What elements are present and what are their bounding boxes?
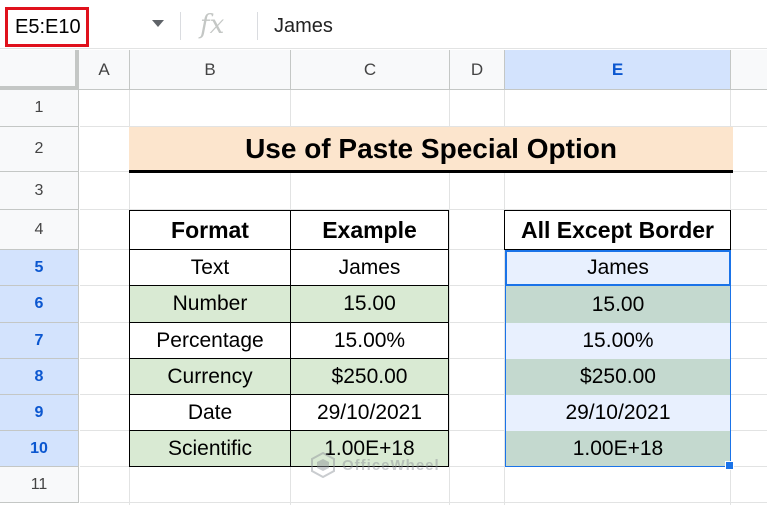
- result-cell[interactable]: $250.00: [505, 359, 731, 395]
- fill-handle[interactable]: [725, 461, 734, 470]
- column-header-b[interactable]: B: [130, 50, 291, 90]
- sheet-title[interactable]: Use of Paste Special Option: [129, 127, 733, 173]
- row-header-7[interactable]: 7: [0, 323, 79, 359]
- officewheel-logo-icon: [311, 452, 335, 478]
- formula-bar: [0, 0, 767, 49]
- format-cell[interactable]: Number: [129, 285, 291, 323]
- example-header[interactable]: Example: [290, 210, 449, 250]
- row-header-4[interactable]: 4: [0, 210, 79, 250]
- fx-icon: fx: [200, 10, 225, 40]
- example-cell[interactable]: 15.00%: [290, 322, 449, 359]
- watermark-text: OfficeWheel: [342, 456, 440, 474]
- select-all-corner[interactable]: [0, 50, 79, 90]
- all-except-border-header[interactable]: All Except Border: [504, 210, 731, 250]
- format-cell[interactable]: Date: [129, 394, 291, 431]
- result-cell[interactable]: 29/10/2021: [505, 395, 731, 431]
- example-cell[interactable]: 15.00: [290, 285, 449, 323]
- result-cell[interactable]: James: [505, 250, 731, 286]
- example-cell[interactable]: $250.00: [290, 358, 449, 395]
- row-header-9[interactable]: 9: [0, 395, 79, 431]
- divider: [180, 12, 181, 40]
- chevron-down-icon[interactable]: [152, 20, 164, 27]
- format-cell[interactable]: Percentage: [129, 322, 291, 359]
- column-header-a[interactable]: A: [79, 50, 130, 90]
- format-cell[interactable]: Scientific: [129, 430, 291, 467]
- divider: [257, 12, 258, 40]
- row-header-8[interactable]: 8: [0, 359, 79, 395]
- format-cell[interactable]: Text: [129, 249, 291, 286]
- example-cell[interactable]: 29/10/2021: [290, 394, 449, 431]
- format-header[interactable]: Format: [129, 210, 291, 250]
- formula-input[interactable]: James: [274, 12, 333, 40]
- column-header-d[interactable]: D: [450, 50, 505, 90]
- result-cell[interactable]: 15.00: [505, 286, 731, 323]
- row-header-10[interactable]: 10: [0, 431, 79, 467]
- format-cell[interactable]: Currency: [129, 358, 291, 395]
- column-header-e[interactable]: E: [505, 50, 731, 90]
- column-header-c[interactable]: C: [291, 50, 450, 90]
- row-header-2[interactable]: 2: [0, 127, 79, 172]
- result-cell[interactable]: 15.00%: [505, 323, 731, 359]
- gridline: [80, 502, 767, 503]
- row-header-5[interactable]: 5: [0, 250, 79, 286]
- row-header-11[interactable]: 11: [0, 467, 79, 503]
- row-header-1[interactable]: 1: [0, 90, 79, 127]
- column-header-next[interactable]: [731, 50, 767, 90]
- result-cell[interactable]: 1.00E+18: [505, 431, 731, 467]
- watermark: OfficeWheel: [310, 448, 460, 482]
- example-cell[interactable]: James: [290, 249, 449, 286]
- row-header-3[interactable]: 3: [0, 172, 79, 210]
- row-header-6[interactable]: 6: [0, 286, 79, 323]
- name-box[interactable]: E5:E10: [5, 7, 89, 47]
